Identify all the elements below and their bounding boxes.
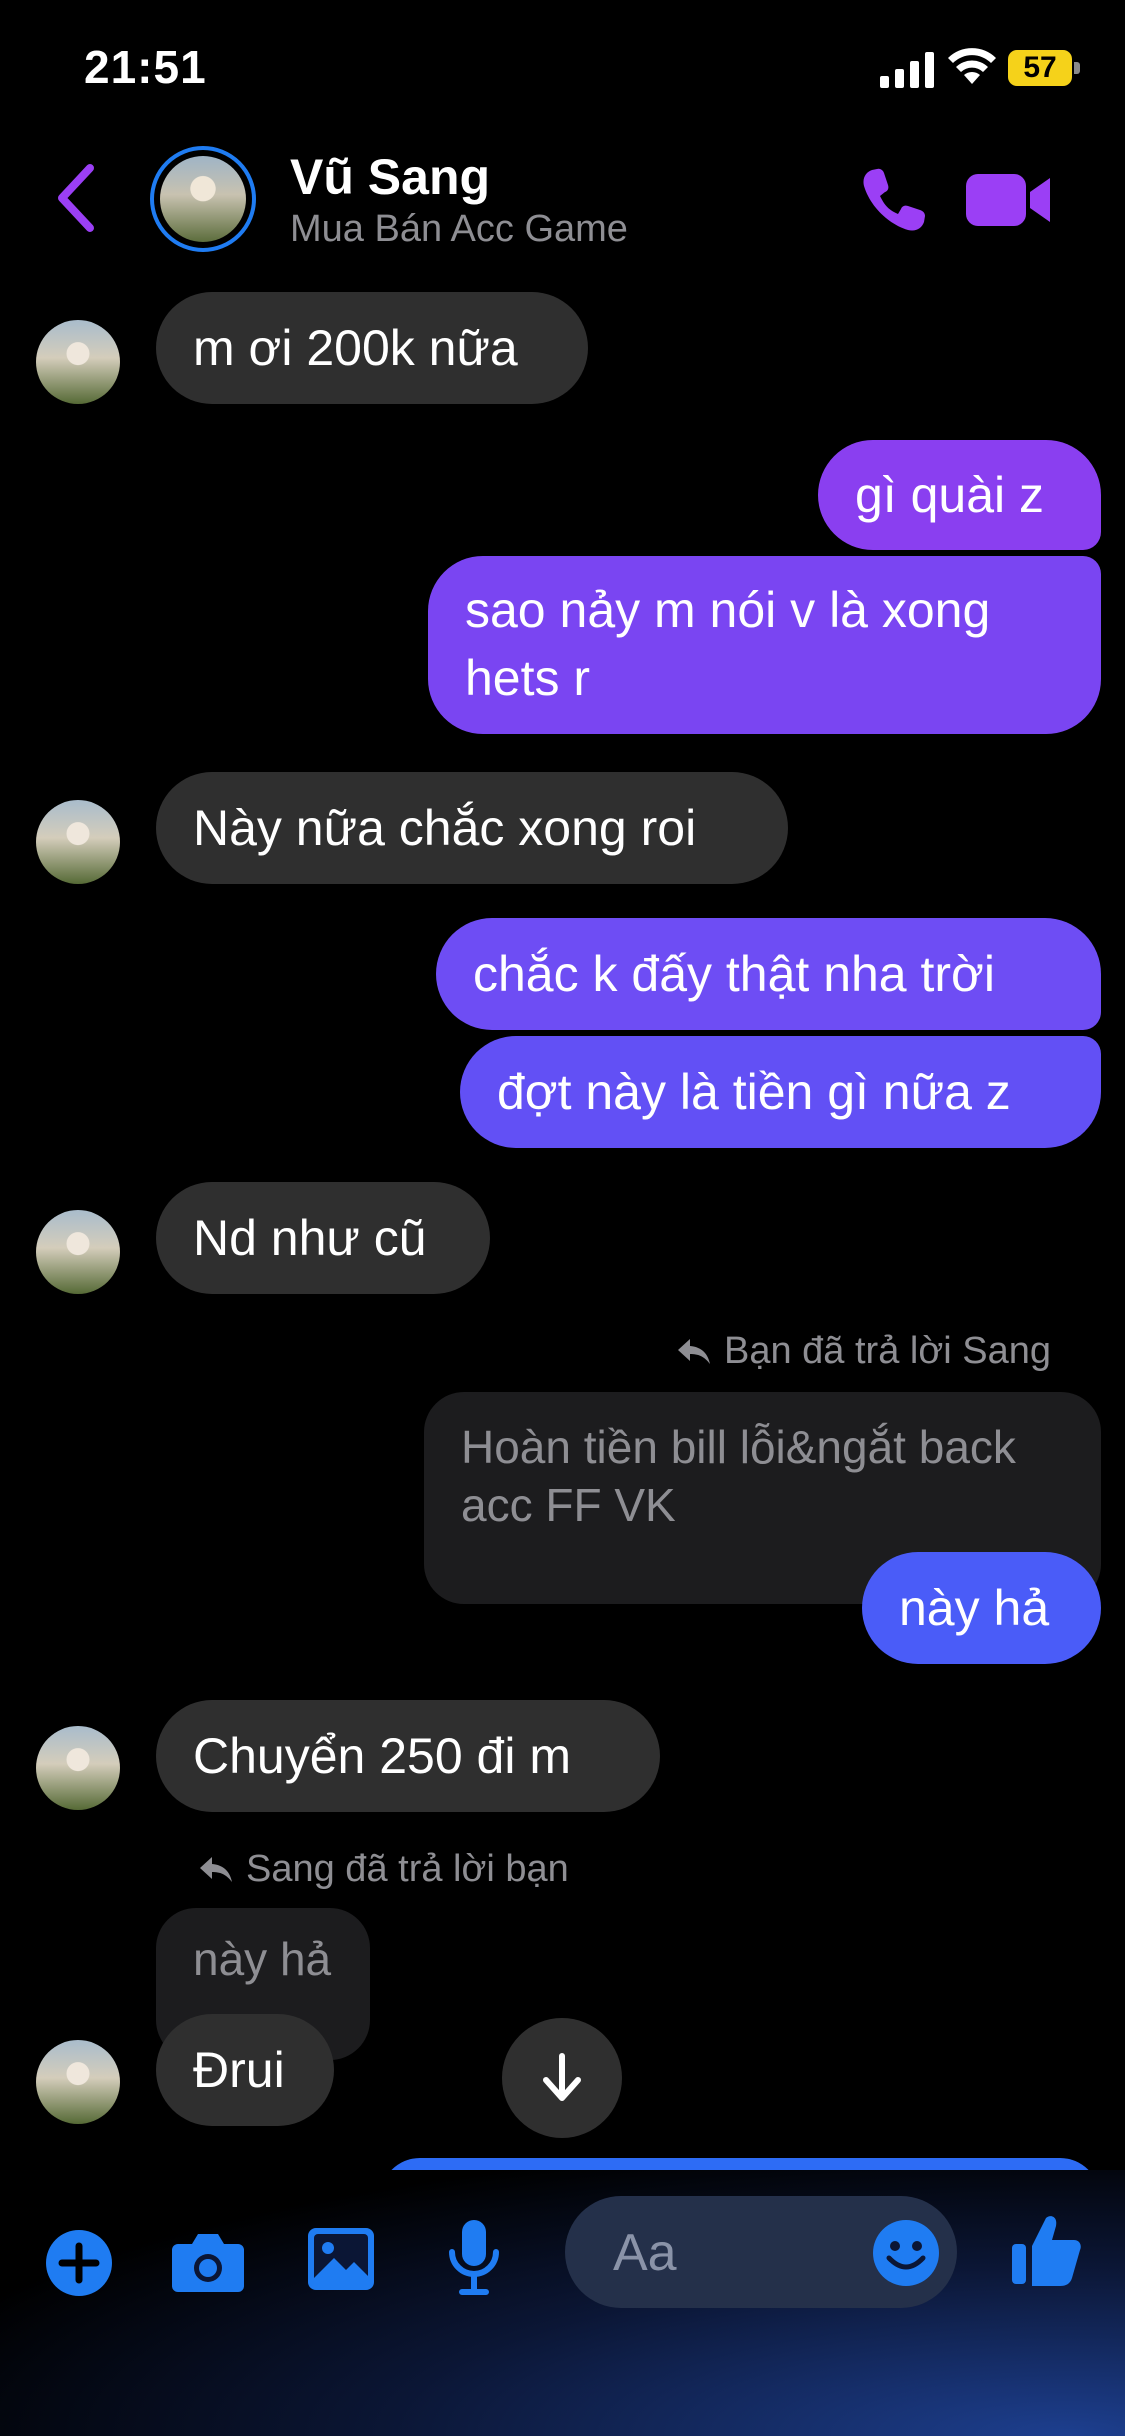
message-text: chắc k đấy thật nha trời — [473, 946, 995, 1002]
chat-header: Vũ Sang Mua Bán Acc Game — [0, 140, 1125, 290]
message-text: sao nảy m nói v là xong hets r — [465, 582, 991, 706]
sender-avatar[interactable] — [36, 1210, 120, 1294]
message-input-field[interactable] — [565, 2196, 957, 2310]
reply-label: Sang đã trả lời bạn — [246, 1848, 569, 1890]
message-incoming[interactable]: Này nữa chắc xong roi — [156, 772, 788, 884]
sender-avatar[interactable] — [36, 800, 120, 884]
status-bar: 21:51 57 — [0, 0, 1125, 140]
message-text: Này nữa chắc xong roi — [193, 800, 697, 856]
message-text: Nd như cũ — [193, 1210, 427, 1266]
message-text: này hả — [899, 1580, 1050, 1636]
message-text: đợt này là tiền gì nữa z — [497, 1064, 1011, 1120]
reply-label: Bạn đã trả lời Sang — [724, 1330, 1052, 1372]
scroll-to-latest-button[interactable] — [502, 2018, 622, 2138]
message-text: Chuyển 250 đi m — [193, 1728, 572, 1784]
video-call-icon[interactable] — [966, 170, 1052, 230]
back-chevron-icon[interactable] — [52, 162, 100, 234]
contact-subtitle: Mua Bán Acc Game — [290, 208, 628, 250]
contact-avatar[interactable] — [150, 146, 256, 252]
contact-name[interactable]: Vũ Sang — [290, 148, 490, 206]
message-text: gì quài z — [855, 467, 1045, 523]
battery-level: 57 — [1008, 50, 1072, 86]
message-outgoing[interactable]: này hả — [862, 1552, 1101, 1664]
photo-gallery-icon[interactable] — [306, 2226, 376, 2292]
message-input[interactable] — [611, 2196, 865, 2310]
sender-avatar[interactable] — [36, 320, 120, 404]
message-outgoing[interactable]: chắc k đấy thật nha trời — [436, 918, 1101, 1030]
message-incoming[interactable]: m ơi 200k nữa — [156, 292, 588, 404]
camera-icon[interactable] — [170, 2230, 246, 2294]
message-composer — [0, 2170, 1125, 2436]
plus-icon[interactable] — [44, 2228, 114, 2298]
message-text: Đrui — [193, 2042, 285, 2098]
emoji-icon[interactable] — [871, 2218, 941, 2288]
sender-avatar[interactable] — [36, 2040, 120, 2124]
message-outgoing[interactable]: sao nảy m nói v là xong hets r — [428, 556, 1101, 734]
thumbs-up-icon[interactable] — [1010, 2212, 1082, 2288]
message-outgoing[interactable]: đợt này là tiền gì nữa z — [460, 1036, 1101, 1148]
message-text: m ơi 200k nữa — [193, 320, 518, 376]
phone-call-icon[interactable] — [858, 164, 930, 236]
message-incoming[interactable]: Nd như cũ — [156, 1182, 490, 1294]
signal-icon — [880, 52, 934, 88]
microphone-icon[interactable] — [446, 2218, 502, 2298]
reply-indicator: Sang đã trả lời bạn — [198, 1848, 569, 1891]
message-incoming[interactable]: Đrui — [156, 2014, 334, 2126]
sender-avatar[interactable] — [36, 1726, 120, 1810]
quoted-text: Hoàn tiền bill lỗi&ngắt back acc FF VK — [461, 1421, 1016, 1531]
reply-arrow-icon — [200, 1856, 232, 1882]
arrow-down-icon — [543, 2053, 581, 2101]
message-outgoing[interactable]: gì quài z — [818, 440, 1101, 550]
wifi-icon — [948, 48, 996, 84]
battery-icon: 57 — [1008, 50, 1080, 86]
message-incoming[interactable]: Chuyển 250 đi m — [156, 1700, 660, 1812]
quoted-text: này hả — [193, 1933, 332, 1985]
reply-indicator: Bạn đã trả lời Sang — [676, 1330, 1051, 1373]
status-time: 21:51 — [84, 41, 207, 93]
reply-arrow-icon — [678, 1338, 710, 1364]
